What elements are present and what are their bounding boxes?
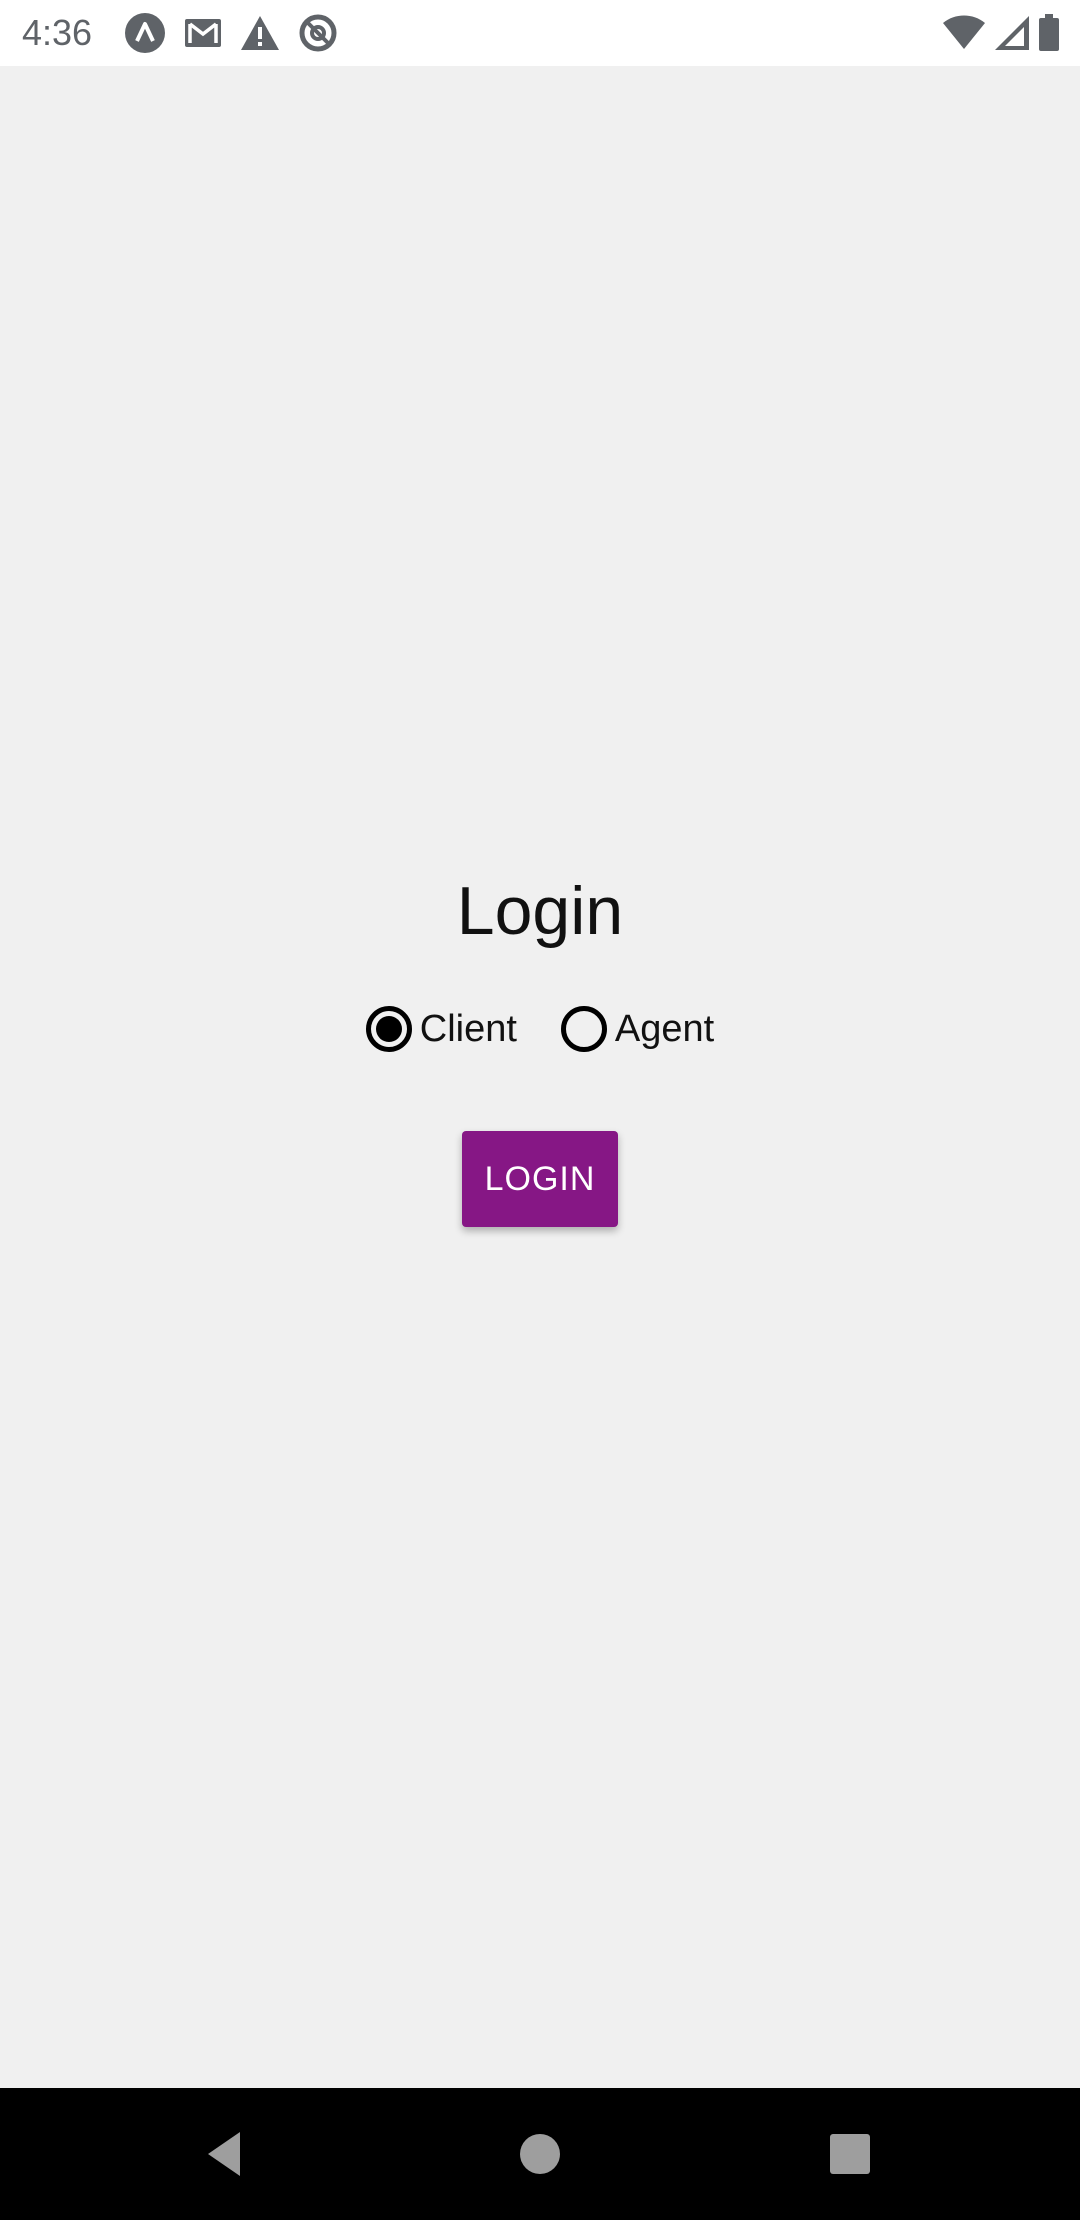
home-icon[interactable] xyxy=(510,2124,570,2184)
status-bar: 4:36 xyxy=(0,0,1080,66)
wifi-icon xyxy=(942,15,986,51)
notification-icons xyxy=(124,12,338,54)
radio-button-client[interactable] xyxy=(365,1006,412,1052)
signal-icon xyxy=(994,15,1030,51)
gmail-icon xyxy=(184,18,222,48)
system-icons xyxy=(942,14,1060,52)
login-screen: Login Client Agent LOGIN xyxy=(0,66,1080,2088)
radio-option-agent[interactable]: Agent xyxy=(560,1006,715,1052)
at-sign-icon xyxy=(298,13,338,53)
radio-button-agent[interactable] xyxy=(560,1006,607,1052)
recents-icon[interactable] xyxy=(820,2124,880,2184)
radio-label-agent: Agent xyxy=(614,1007,715,1050)
radio-option-client[interactable]: Client xyxy=(365,1006,517,1052)
login-button[interactable]: LOGIN xyxy=(462,1131,618,1227)
battery-icon xyxy=(1038,14,1060,52)
status-time: 4:36 xyxy=(22,12,93,53)
navigation-bar xyxy=(0,2088,1080,2220)
radio-label-client: Client xyxy=(419,1007,517,1050)
page-title: Login xyxy=(456,873,624,949)
app-a-icon xyxy=(124,12,166,54)
warning-icon xyxy=(240,15,280,51)
back-icon[interactable] xyxy=(196,2124,256,2184)
user-type-radio-group: Client Agent xyxy=(0,1006,1080,1052)
